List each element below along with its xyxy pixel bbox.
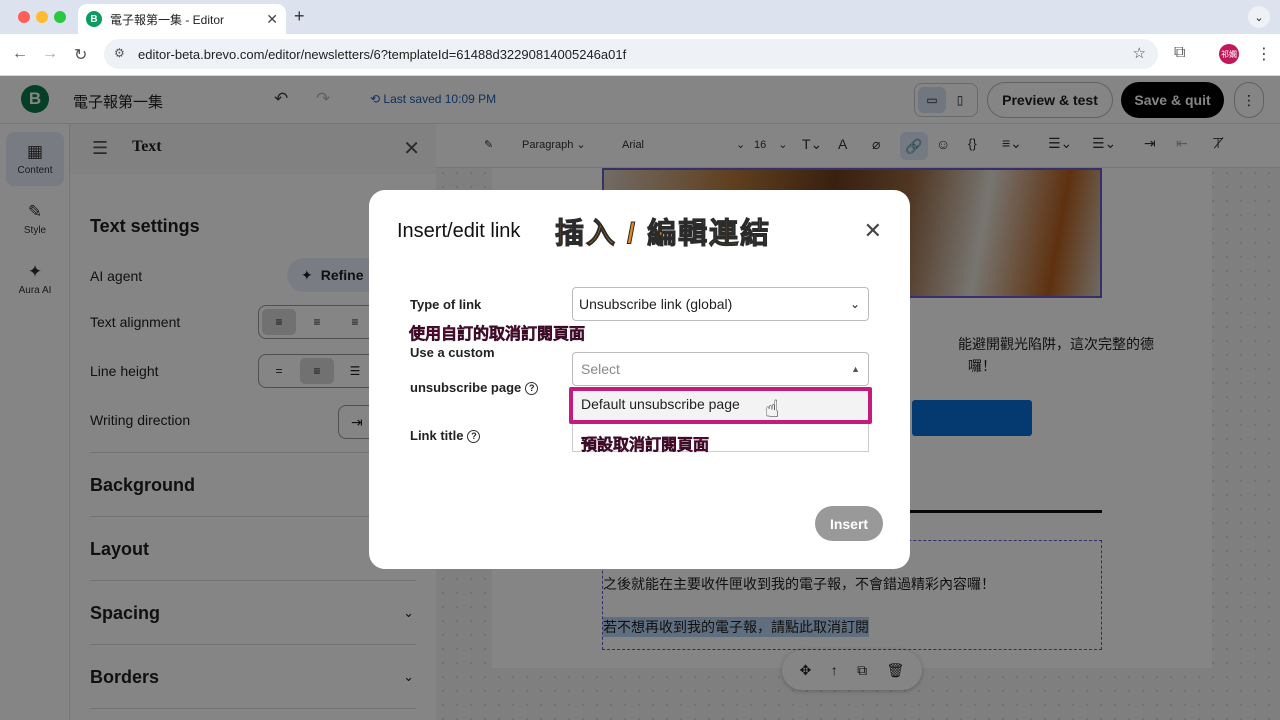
chevron-up-icon: ▲	[851, 364, 860, 374]
chevron-down-icon: ⌄	[849, 297, 860, 311]
back-arrow-icon[interactable]: ←	[12, 45, 28, 63]
bookmark-star-icon[interactable]: ☆	[1133, 44, 1146, 62]
browser-tab-bar: B 電子報第一集 - Editor ✕ + ⌄	[0, 0, 1280, 34]
unsubscribe-page-label-row: unsubscribe page?	[410, 380, 539, 396]
minimize-window-icon[interactable]	[36, 11, 48, 23]
pointer-hand-icon: ☝	[765, 396, 780, 423]
maximize-window-icon[interactable]	[54, 11, 66, 23]
type-of-link-select[interactable]: Unsubscribe link (global) ⌄	[572, 287, 869, 321]
reload-icon[interactable]: ↻	[74, 45, 87, 65]
url-input[interactable]: ⚙ editor-beta.brevo.com/editor/newslette…	[104, 39, 1158, 69]
tab-title: 電子報第一集 - Editor	[110, 12, 225, 27]
brevo-favicon-icon: B	[86, 11, 102, 27]
annotation-default: 預設取消訂閱頁面	[581, 437, 710, 455]
tab-close-icon[interactable]: ✕	[266, 11, 278, 28]
link-title-label-row: Link title?	[410, 428, 481, 444]
annotation-custom: 使用自訂的取消訂閱頁面	[409, 326, 586, 344]
url-text: editor-beta.brevo.com/editor/newsletters…	[138, 46, 627, 62]
insert-link-dialog: Insert/edit link 插入 / 編輯連結 ✕ Type of lin…	[369, 190, 910, 569]
unsubscribe-page-label: unsubscribe page	[410, 380, 522, 395]
type-of-link-value: Unsubscribe link (global)	[579, 296, 733, 312]
link-title-label: Link title	[410, 428, 464, 443]
address-bar-row: ← → ↻ ⚙ editor-beta.brevo.com/editor/new…	[0, 34, 1280, 76]
forward-arrow-icon[interactable]: →	[42, 45, 58, 63]
browser-menu-icon[interactable]: ⋮	[1256, 44, 1272, 64]
insert-button[interactable]: Insert	[815, 506, 883, 541]
help-icon[interactable]: ?	[525, 382, 539, 396]
help-icon[interactable]: ?	[467, 430, 481, 444]
select-placeholder: Select	[581, 361, 620, 377]
new-tab-button[interactable]: +	[294, 6, 305, 27]
type-of-link-label: Type of link	[410, 297, 482, 312]
unsubscribe-page-select[interactable]: Select ▲	[572, 352, 869, 386]
use-custom-label: Use a custom	[410, 345, 495, 360]
highlight-box	[569, 387, 872, 424]
site-settings-icon[interactable]: ⚙	[114, 46, 125, 60]
close-window-icon[interactable]	[18, 11, 30, 23]
tab-search-chevron-icon[interactable]: ⌄	[1248, 6, 1270, 28]
profile-avatar[interactable]: 祁嫻	[1219, 44, 1239, 64]
extensions-icon[interactable]: ⧉	[1174, 44, 1185, 62]
browser-tab[interactable]: B 電子報第一集 - Editor ✕	[78, 4, 286, 34]
annotation-title: 插入 / 編輯連結	[554, 218, 772, 251]
dialog-close-icon[interactable]: ✕	[864, 218, 882, 244]
dialog-title: Insert/edit link	[397, 220, 521, 242]
